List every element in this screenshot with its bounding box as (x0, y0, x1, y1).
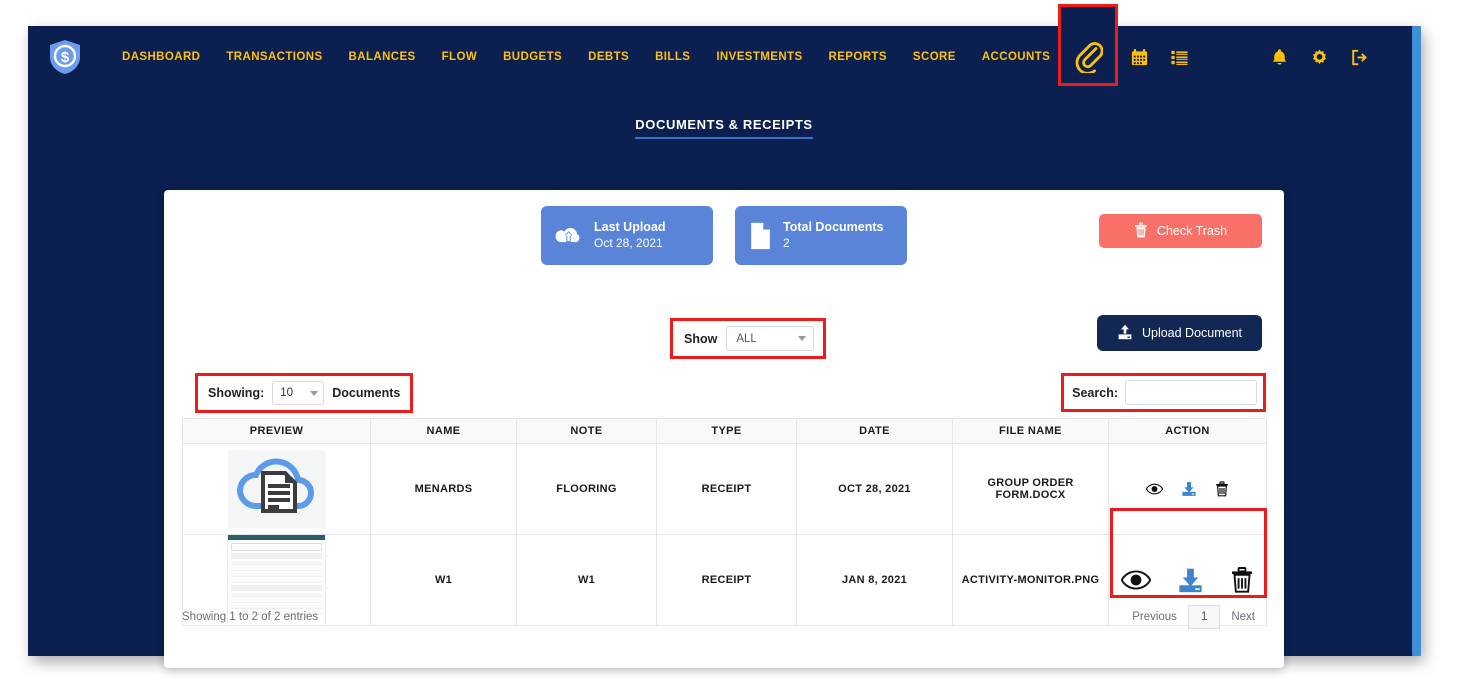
stat-value: Oct 28, 2021 (594, 235, 663, 250)
showing-count-value: 10 (280, 387, 294, 399)
cell-note: FLOORING (516, 443, 657, 535)
documents-card: Last Upload Oct 28, 2021 Total Documents… (164, 190, 1284, 668)
documents-table: PREVIEW NAME NOTE TYPE DATE FILE NAME AC… (182, 418, 1267, 626)
trash-icon (1134, 222, 1148, 241)
entries-info: Showing 1 to 2 of 2 entries (182, 611, 319, 623)
column-header-preview[interactable]: PREVIEW (182, 418, 371, 444)
cell-type: RECEIPT (656, 443, 797, 535)
column-header-type[interactable]: TYPE (656, 418, 797, 444)
upload-document-label: Upload Document (1141, 326, 1243, 340)
column-header-name[interactable]: NAME (370, 418, 517, 444)
row-actions (1110, 566, 1265, 594)
nav-link-score[interactable]: SCORE (900, 45, 969, 69)
showing-suffix-label: Documents (332, 386, 401, 400)
nav-link-transactions[interactable]: TRANSACTIONS (213, 45, 335, 69)
vertical-scrollbar[interactable] (1412, 26, 1421, 656)
nav-link-bills[interactable]: BILLS (642, 45, 703, 69)
stat-card-total-documents: Total Documents 2 (735, 206, 907, 265)
upload-document-button[interactable]: Upload Document (1097, 315, 1262, 351)
showing-count-select[interactable]: 10 (272, 381, 325, 405)
show-select-value: ALL (736, 332, 757, 345)
documents-table-wrapper: PREVIEW NAME NOTE TYPE DATE FILE NAME AC… (182, 418, 1267, 626)
page-title-container: DOCUMENTS & RECEIPTS (28, 88, 1420, 139)
table-footer: Showing 1 to 2 of 2 entries Previous 1 N… (182, 605, 1266, 629)
page-title: DOCUMENTS & RECEIPTS (635, 117, 813, 139)
chevron-down-icon (798, 336, 807, 341)
pagination: Previous 1 Next (1121, 605, 1266, 629)
stat-label: Last Upload (594, 220, 666, 235)
search-label: Search: (1072, 385, 1118, 400)
nav-link-reports[interactable]: REPORTS (816, 45, 900, 69)
calendar-icon[interactable] (1119, 37, 1159, 77)
row-actions (1110, 481, 1265, 497)
document-icon (749, 222, 772, 250)
show-select[interactable]: ALL (726, 326, 815, 351)
cell-action (1108, 443, 1267, 535)
column-header-file-name[interactable]: FILE NAME (952, 418, 1109, 444)
showing-label: Showing: (208, 386, 265, 400)
search-input[interactable] (1125, 380, 1257, 405)
cloud-document-thumbnail (227, 450, 326, 528)
nav-link-accounts[interactable]: ACCOUNTS (969, 45, 1063, 69)
nav-links: DASHBOARD TRANSACTIONS BALANCES FLOW BUD… (109, 45, 1063, 69)
list-icon[interactable] (1159, 37, 1199, 77)
bell-icon[interactable] (1259, 37, 1299, 77)
paperclip-icon-slot (1199, 37, 1259, 77)
upload-icon (1117, 324, 1133, 343)
check-trash-button[interactable]: Check Trash (1099, 214, 1262, 248)
nav-link-investments[interactable]: INVESTMENTS (703, 45, 815, 69)
gear-icon[interactable] (1299, 37, 1339, 77)
stat-label: Total Documents (783, 220, 884, 235)
top-navigation-bar: $ DASHBOARD TRANSACTIONS BALANCES FLOW B… (28, 4, 1420, 88)
view-icon[interactable] (1121, 570, 1151, 590)
show-label: Show (684, 331, 718, 346)
nav-icon-group (1079, 37, 1379, 77)
cell-date: OCT 28, 2021 (796, 443, 953, 535)
column-header-note[interactable]: NOTE (516, 418, 657, 444)
logout-icon[interactable] (1339, 37, 1379, 77)
page-content: DOCUMENTS & RECEIPTS Last Upload Oct 28,… (28, 88, 1420, 668)
check-trash-label: Check Trash (1156, 224, 1228, 238)
cell-file-name: GROUP ORDER FORM.DOCX (952, 443, 1109, 535)
download-icon[interactable] (1181, 481, 1197, 497)
search-highlight: Search: (1061, 373, 1266, 412)
screen-root: $ DASHBOARD TRANSACTIONS BALANCES FLOW B… (0, 0, 1468, 700)
nav-link-balances[interactable]: BALANCES (336, 45, 429, 69)
shield-dollar-logo-icon[interactable]: $ (47, 38, 83, 76)
view-icon[interactable] (1146, 483, 1163, 495)
column-header-date[interactable]: DATE (796, 418, 953, 444)
cloud-upload-icon (555, 225, 583, 247)
showing-count-highlight: Showing: 10 Documents (195, 373, 414, 413)
cell-preview (182, 443, 371, 535)
table-header-row: PREVIEW NAME NOTE TYPE DATE FILE NAME AC… (182, 418, 1267, 444)
column-header-action[interactable]: ACTION (1108, 418, 1267, 444)
table-row: MENARDS FLOORING RECEIPT OCT 28, 2021 GR… (182, 443, 1267, 535)
nav-link-debts[interactable]: DEBTS (575, 45, 642, 69)
delete-icon[interactable] (1215, 481, 1229, 497)
app-window: $ DASHBOARD TRANSACTIONS BALANCES FLOW B… (28, 4, 1420, 668)
chevron-down-icon (310, 390, 319, 396)
stat-card-last-upload: Last Upload Oct 28, 2021 (541, 206, 713, 265)
stat-value: 2 (783, 235, 790, 250)
page-number-1[interactable]: 1 (1187, 605, 1221, 629)
nav-link-budgets[interactable]: BUDGETS (490, 45, 575, 69)
paperclip-icon[interactable] (1058, 4, 1118, 86)
nav-link-dashboard[interactable]: DASHBOARD (109, 45, 213, 69)
nav-link-flow[interactable]: FLOW (429, 45, 490, 69)
cell-name: MENARDS (370, 443, 517, 535)
previous-page-button[interactable]: Previous (1121, 606, 1188, 628)
download-icon[interactable] (1177, 567, 1204, 594)
next-page-button[interactable]: Next (1220, 606, 1266, 628)
delete-icon[interactable] (1230, 566, 1254, 594)
show-filter-highlight: Show ALL (670, 318, 827, 359)
svg-text:$: $ (61, 49, 70, 66)
